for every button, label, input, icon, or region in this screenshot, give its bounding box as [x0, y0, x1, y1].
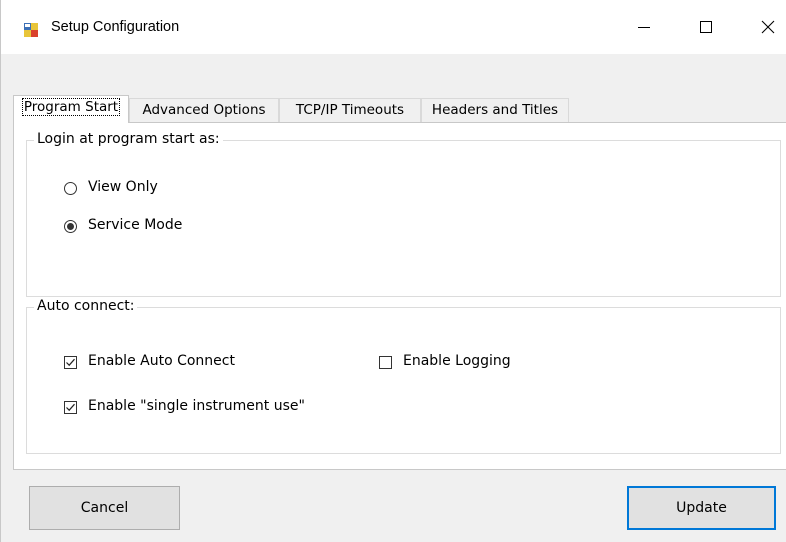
tab-label: Program Start [21, 98, 121, 116]
enable-logging-checkbox[interactable] [379, 356, 392, 369]
service-mode-radio[interactable] [64, 220, 77, 233]
auto-connect-group-label: Auto connect: [34, 298, 138, 314]
single-instrument-label[interactable]: Enable "single instrument use" [88, 398, 305, 414]
tab-label: Headers and Titles [431, 102, 559, 118]
close-icon [761, 20, 775, 34]
update-button[interactable]: Update [627, 486, 776, 530]
checkmark-icon [66, 403, 75, 412]
radio-selected-dot [67, 223, 74, 230]
tab-tcp-ip-timeouts[interactable]: TCP/IP Timeouts [279, 98, 421, 122]
minimize-icon [638, 27, 650, 28]
service-mode-label[interactable]: Service Mode [88, 217, 182, 233]
enable-auto-connect-checkbox[interactable] [64, 356, 77, 369]
tab-label: Advanced Options [142, 102, 266, 118]
auto-connect-group [26, 307, 781, 454]
checkmark-icon [66, 358, 75, 367]
login-group-label: Login at program start as: [34, 131, 223, 147]
window-title: Setup Configuration [51, 19, 180, 35]
minimize-button[interactable] [621, 0, 667, 54]
program-start-panel: Login at program start as: View Only Ser… [13, 122, 786, 470]
tab-label: TCP/IP Timeouts [295, 102, 405, 118]
single-instrument-checkbox[interactable] [64, 401, 77, 414]
view-only-radio[interactable] [64, 182, 77, 195]
tab-advanced-options[interactable]: Advanced Options [129, 98, 279, 122]
tab-headers-and-titles[interactable]: Headers and Titles [421, 98, 569, 122]
close-button[interactable] [745, 0, 786, 54]
setup-configuration-window: Setup Configuration Program Start Advanc… [0, 0, 786, 542]
enable-auto-connect-label[interactable]: Enable Auto Connect [88, 353, 235, 369]
tab-program-start[interactable]: Program Start [13, 95, 129, 123]
maximize-icon [700, 21, 712, 33]
title-bar[interactable]: Setup Configuration [1, 0, 786, 54]
app-icon [23, 22, 39, 38]
view-only-label[interactable]: View Only [88, 179, 158, 195]
enable-logging-label[interactable]: Enable Logging [403, 353, 511, 369]
maximize-button[interactable] [683, 0, 729, 54]
cancel-button[interactable]: Cancel [29, 486, 180, 530]
